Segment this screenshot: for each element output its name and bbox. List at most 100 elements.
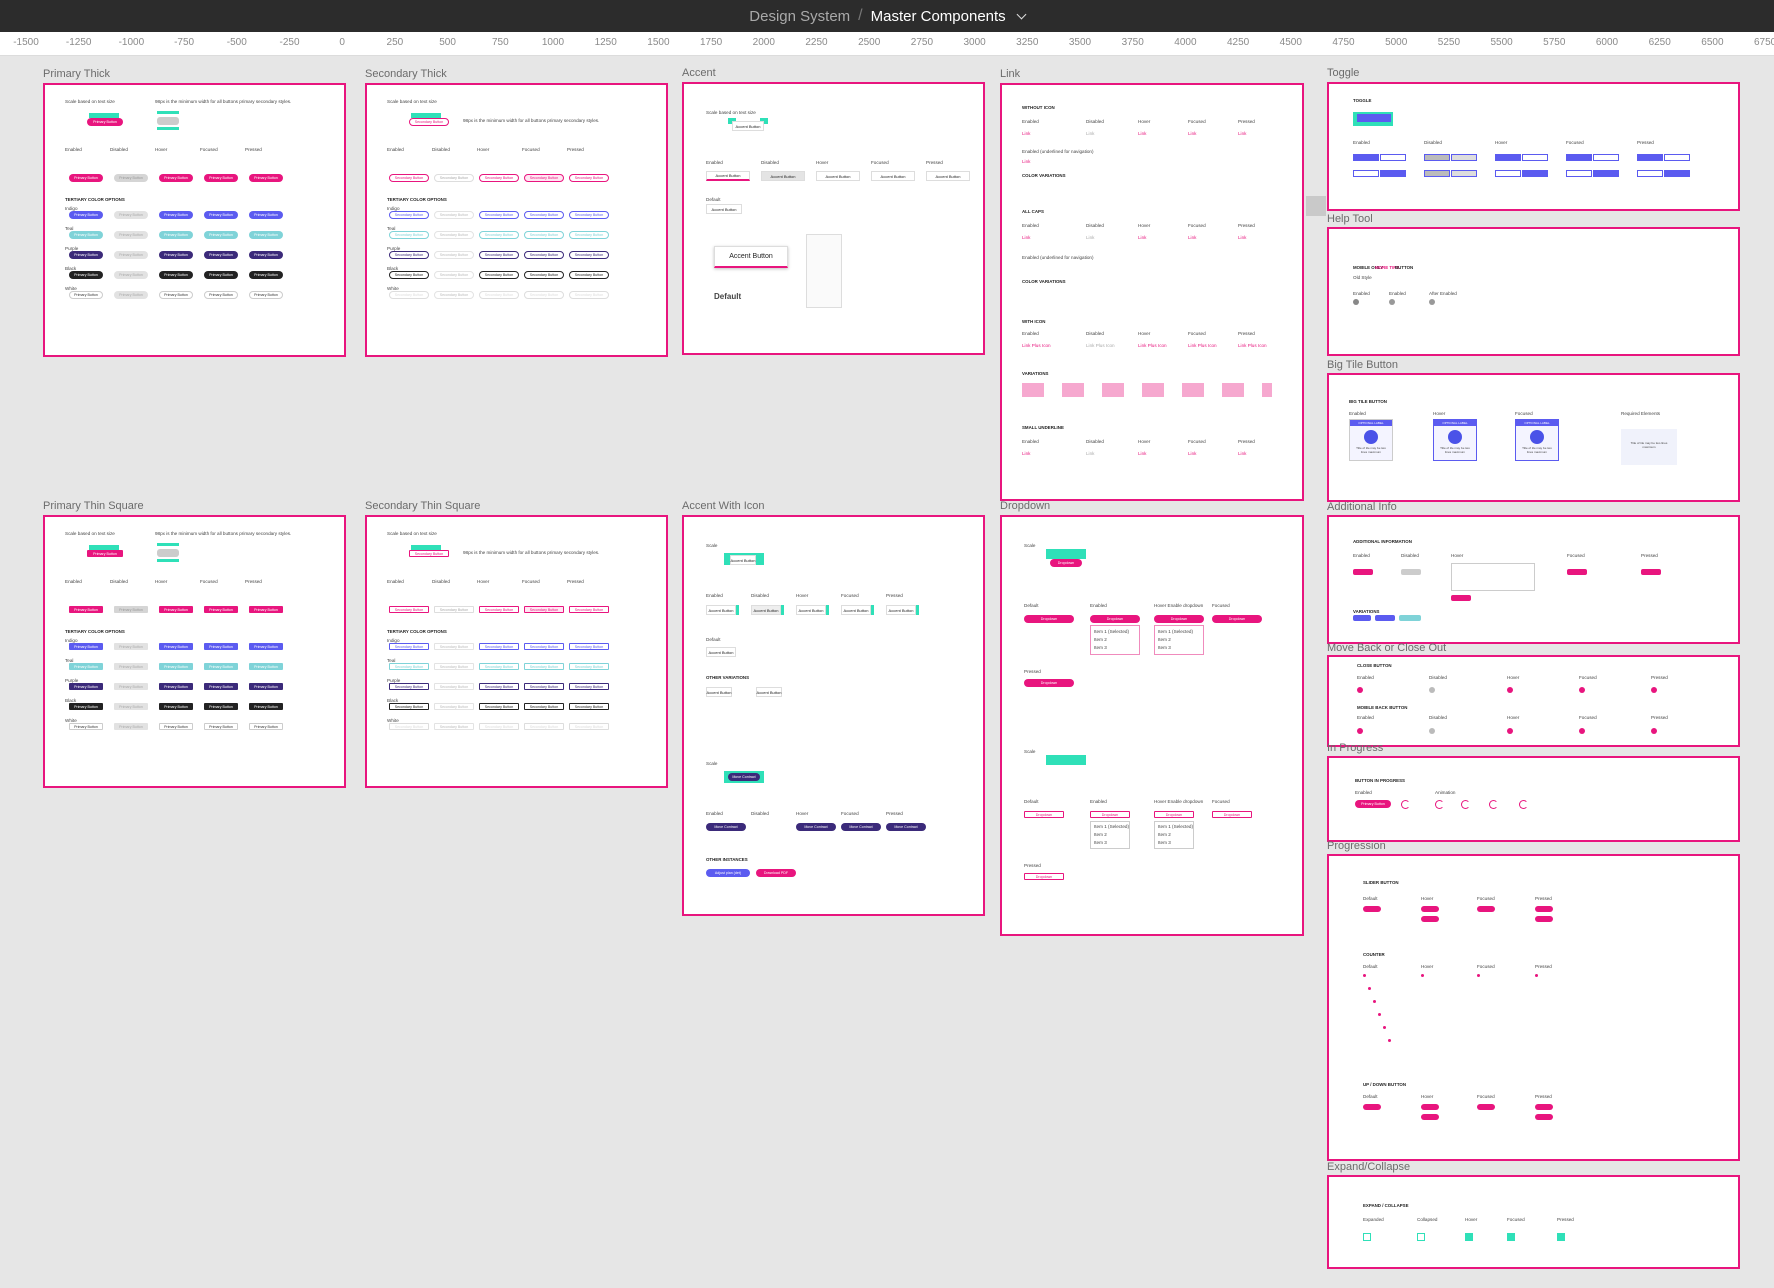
tertiary-button-teal-focused[interactable]: Primary Button bbox=[204, 663, 238, 670]
back-arrow-icon[interactable] bbox=[1507, 728, 1513, 734]
tertiary-button-white-focused[interactable]: Primary Button bbox=[204, 723, 238, 730]
back-arrow-icon[interactable] bbox=[1429, 728, 1435, 734]
tertiary-button-white-hover[interactable]: Primary Button bbox=[159, 291, 193, 299]
primary-button-hover[interactable]: Primary Button bbox=[159, 174, 193, 182]
frame-additional-info[interactable]: ADDITIONAL INFORMATION Enabled Disabled Hov… bbox=[1327, 515, 1740, 644]
info-button-focused[interactable] bbox=[1567, 569, 1587, 575]
tertiary-button-purple-enabled[interactable]: Primary Button bbox=[69, 251, 103, 259]
frame-secondary-thick[interactable]: Scale based on text size Secondary Button… bbox=[365, 83, 668, 357]
link-disabled[interactable]: Link bbox=[1086, 451, 1094, 456]
close-icon[interactable] bbox=[1579, 687, 1585, 693]
accent-button-pressed[interactable]: Accent Button bbox=[926, 171, 970, 181]
slider-button[interactable] bbox=[1477, 906, 1495, 912]
dropdown-square-2[interactable]: Dropdown bbox=[1154, 811, 1194, 818]
toggle-seg-b[interactable] bbox=[1593, 154, 1619, 161]
slider-button[interactable] bbox=[1535, 916, 1553, 922]
dropdown-pressed[interactable]: Dropdown bbox=[1024, 679, 1074, 687]
dropdown-sample[interactable]: Dropdown bbox=[1050, 559, 1082, 567]
toggle-seg-a[interactable] bbox=[1424, 170, 1450, 177]
help-icon[interactable] bbox=[1389, 299, 1395, 305]
move-contract-enabled[interactable]: Move Contract bbox=[706, 823, 746, 831]
dropdown-menu-item[interactable]: Item 3 bbox=[1094, 645, 1107, 650]
primary-button-enabled[interactable]: Primary Button bbox=[69, 174, 103, 182]
dropdown-menu-item[interactable]: Item 2 bbox=[1158, 832, 1171, 837]
secondary-tertiary-black-focused[interactable]: Secondary Button bbox=[524, 703, 564, 710]
link-underlined[interactable]: Link bbox=[1022, 159, 1030, 164]
accent-icon-disabled[interactable]: Accent Button bbox=[751, 605, 781, 615]
tertiary-button-purple-focused[interactable]: Primary Button bbox=[204, 683, 238, 690]
secondary-tertiary-white-hover[interactable]: Secondary Button bbox=[479, 723, 519, 730]
primary-button-disabled[interactable]: Primary Button bbox=[114, 174, 148, 182]
secondary-tertiary-white-disabled[interactable]: Secondary Button bbox=[434, 291, 474, 299]
tertiary-button-teal-enabled[interactable]: Primary Button bbox=[69, 663, 103, 670]
primary-button-focused[interactable]: Primary Button bbox=[204, 606, 238, 613]
secondary-button-enabled[interactable]: Secondary Button bbox=[389, 174, 429, 182]
tertiary-button-teal-pressed[interactable]: Primary Button bbox=[249, 663, 283, 670]
accent-button-sample[interactable]: Accent Button bbox=[732, 121, 764, 131]
tertiary-button-black-pressed[interactable]: Primary Button bbox=[249, 271, 283, 279]
up-down-button[interactable] bbox=[1421, 1104, 1439, 1110]
frame-dropdown[interactable]: Scale Dropdown Default Enabled Hover Enable … bbox=[1000, 515, 1304, 936]
link-focused[interactable]: Link bbox=[1188, 235, 1196, 240]
tertiary-button-white-hover[interactable]: Primary Button bbox=[159, 723, 193, 730]
big-tile-enabled[interactable]: OPTIONAL LABEL Title of tile may be two l… bbox=[1349, 419, 1393, 461]
tertiary-button-indigo-enabled[interactable]: Primary Button bbox=[69, 643, 103, 650]
dropdown-menu-item[interactable]: Item 3 bbox=[1094, 840, 1107, 845]
accent-button-hover[interactable]: Accent Button bbox=[816, 171, 860, 181]
toggle-seg-a[interactable] bbox=[1637, 170, 1663, 177]
frame-accent-with-icon[interactable]: Scale Accent Button Enabled Disabled Hover Fo… bbox=[682, 515, 985, 916]
dropdown-1[interactable]: Dropdown bbox=[1090, 615, 1140, 623]
dropdown-square-pressed[interactable]: Dropdown bbox=[1024, 873, 1064, 880]
slider-button[interactable] bbox=[1421, 916, 1439, 922]
tertiary-button-white-pressed[interactable]: Primary Button bbox=[249, 723, 283, 730]
secondary-tertiary-indigo-disabled[interactable]: Secondary Button bbox=[434, 643, 474, 650]
tertiary-button-teal-hover[interactable]: Primary Button bbox=[159, 663, 193, 670]
frame-in-progress[interactable]: BUTTON IN PROGRESS Enabled Animation Primar… bbox=[1327, 756, 1740, 842]
tertiary-button-teal-disabled[interactable]: Primary Button bbox=[114, 231, 148, 239]
primary-button-sample[interactable]: Primary Button bbox=[87, 118, 123, 126]
accent-icon-enabled[interactable]: Accent Button bbox=[706, 605, 736, 615]
secondary-tertiary-purple-disabled[interactable]: Secondary Button bbox=[434, 683, 474, 690]
accent-button-enabled[interactable]: Accent Button bbox=[706, 171, 750, 181]
tertiary-button-indigo-focused[interactable]: Primary Button bbox=[204, 643, 238, 650]
toggle-seg-a[interactable] bbox=[1353, 154, 1379, 161]
slider-button[interactable] bbox=[1363, 906, 1381, 912]
close-icon[interactable] bbox=[1651, 687, 1657, 693]
secondary-tertiary-teal-hover[interactable]: Secondary Button bbox=[479, 663, 519, 670]
tertiary-button-black-pressed[interactable]: Primary Button bbox=[249, 703, 283, 710]
secondary-button-hover[interactable]: Secondary Button bbox=[479, 606, 519, 613]
secondary-tertiary-teal-hover[interactable]: Secondary Button bbox=[479, 231, 519, 239]
secondary-tertiary-black-enabled[interactable]: Secondary Button bbox=[389, 271, 429, 279]
secondary-tertiary-teal-disabled[interactable]: Secondary Button bbox=[434, 231, 474, 239]
dropdown-square-3[interactable]: Dropdown bbox=[1212, 811, 1252, 818]
tertiary-button-purple-pressed[interactable]: Primary Button bbox=[249, 683, 283, 690]
tertiary-button-black-focused[interactable]: Primary Button bbox=[204, 703, 238, 710]
up-down-button[interactable] bbox=[1363, 1104, 1381, 1110]
secondary-tertiary-purple-enabled[interactable]: Secondary Button bbox=[389, 251, 429, 259]
accent-button-focused[interactable]: Accent Button bbox=[871, 171, 915, 181]
accent-button-large[interactable]: Accent Button bbox=[714, 246, 788, 268]
up-down-button[interactable] bbox=[1477, 1104, 1495, 1110]
toggle-seg-b[interactable] bbox=[1593, 170, 1619, 177]
frame-label-expand-collapse[interactable]: Expand/Collapse bbox=[1327, 1161, 1410, 1173]
expand-toggle-icon[interactable] bbox=[1557, 1233, 1565, 1241]
accent-icon-hover[interactable]: Accent Button bbox=[796, 605, 826, 615]
tertiary-button-black-focused[interactable]: Primary Button bbox=[204, 271, 238, 279]
tertiary-button-indigo-focused[interactable]: Primary Button bbox=[204, 211, 238, 219]
secondary-tertiary-black-pressed[interactable]: Secondary Button bbox=[569, 271, 609, 279]
tertiary-button-purple-focused[interactable]: Primary Button bbox=[204, 251, 238, 259]
tertiary-button-purple-enabled[interactable]: Primary Button bbox=[69, 683, 103, 690]
secondary-tertiary-teal-pressed[interactable]: Secondary Button bbox=[569, 231, 609, 239]
secondary-tertiary-black-disabled[interactable]: Secondary Button bbox=[434, 703, 474, 710]
tertiary-button-white-enabled[interactable]: Primary Button bbox=[69, 723, 103, 730]
secondary-button-enabled[interactable]: Secondary Button bbox=[389, 606, 429, 613]
back-arrow-icon[interactable] bbox=[1357, 728, 1363, 734]
tertiary-button-teal-disabled[interactable]: Primary Button bbox=[114, 663, 148, 670]
secondary-button-sample[interactable]: Secondary Button bbox=[409, 550, 449, 557]
info-button-enabled[interactable] bbox=[1353, 569, 1373, 575]
expand-toggle-icon[interactable] bbox=[1465, 1233, 1473, 1241]
dropdown-menu-item[interactable]: Item 1 (Selected) bbox=[1094, 824, 1129, 829]
dropdown-menu-item[interactable]: Item 2 bbox=[1094, 637, 1107, 642]
toggle-seg-a[interactable] bbox=[1566, 170, 1592, 177]
accent-button-disabled[interactable]: Accent Button bbox=[761, 171, 805, 181]
